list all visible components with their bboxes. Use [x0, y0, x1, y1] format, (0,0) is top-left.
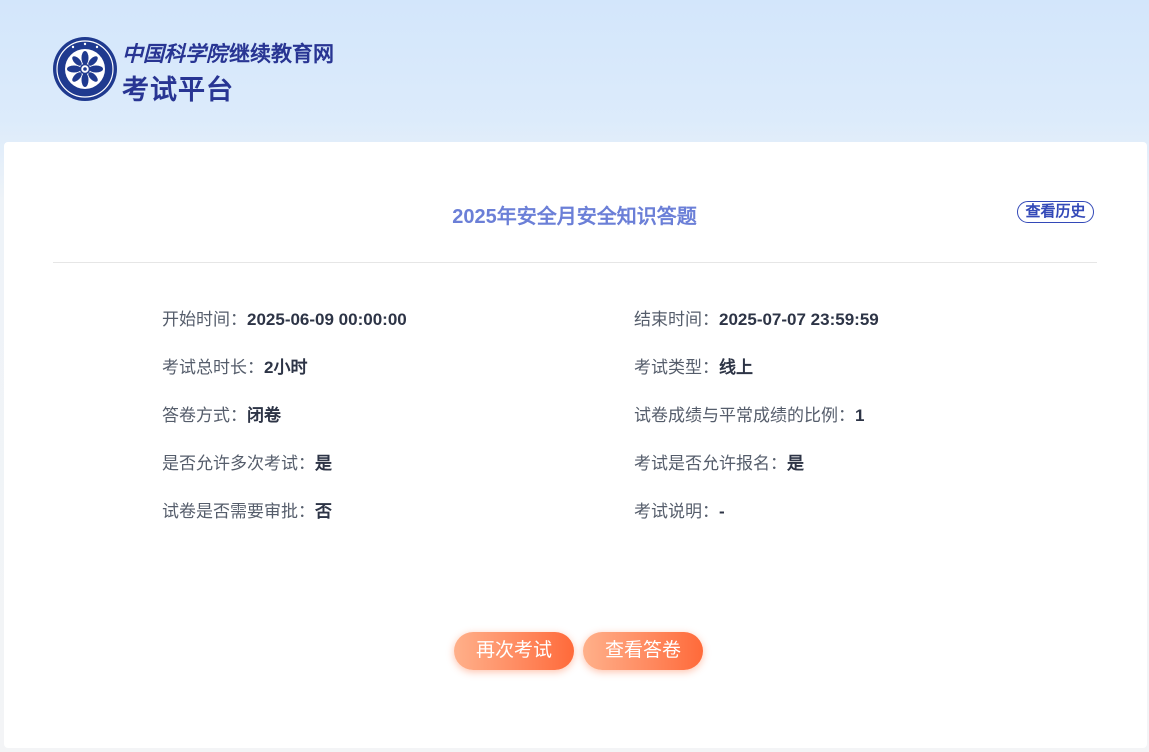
info-registration-allowed: 考试是否允许报名：是: [634, 454, 804, 473]
view-history-button[interactable]: 查看历史: [1017, 201, 1094, 223]
brand-name-rest: 继续教育网: [229, 43, 334, 66]
info-exam-type: 考试类型：线上: [634, 358, 753, 377]
cas-logo-icon: [53, 37, 117, 101]
brand-seal-text: 中国科学院: [122, 41, 227, 66]
info-score-ratio: 试卷成绩与平常成绩的比例：1: [634, 406, 865, 425]
view-answers-button[interactable]: 查看答卷: [583, 632, 703, 670]
info-multiple-attempts: 是否允许多次考试：是: [162, 454, 332, 473]
retake-exam-button[interactable]: 再次考试: [454, 632, 574, 670]
page-header: 中国科学院继续教育网 考试平台: [0, 0, 1149, 142]
brand-name: 中国科学院继续教育网: [122, 38, 334, 68]
info-end-time: 结束时间：2025-07-07 23:59:59: [634, 310, 879, 329]
divider: [53, 262, 1097, 263]
exam-card: 2025年安全月安全知识答题 查看历史 开始时间：2025-06-09 00:0…: [4, 142, 1147, 748]
info-start-time: 开始时间：2025-06-09 00:00:00: [162, 310, 407, 329]
info-duration: 考试总时长：2小时: [162, 358, 308, 377]
exam-title: 2025年安全月安全知识答题: [452, 206, 697, 228]
platform-name: 考试平台: [122, 75, 234, 105]
info-answer-mode: 答卷方式：闭卷: [162, 406, 281, 425]
info-approval-required: 试卷是否需要审批：否: [162, 502, 332, 521]
info-description: 考试说明：-: [634, 502, 725, 521]
